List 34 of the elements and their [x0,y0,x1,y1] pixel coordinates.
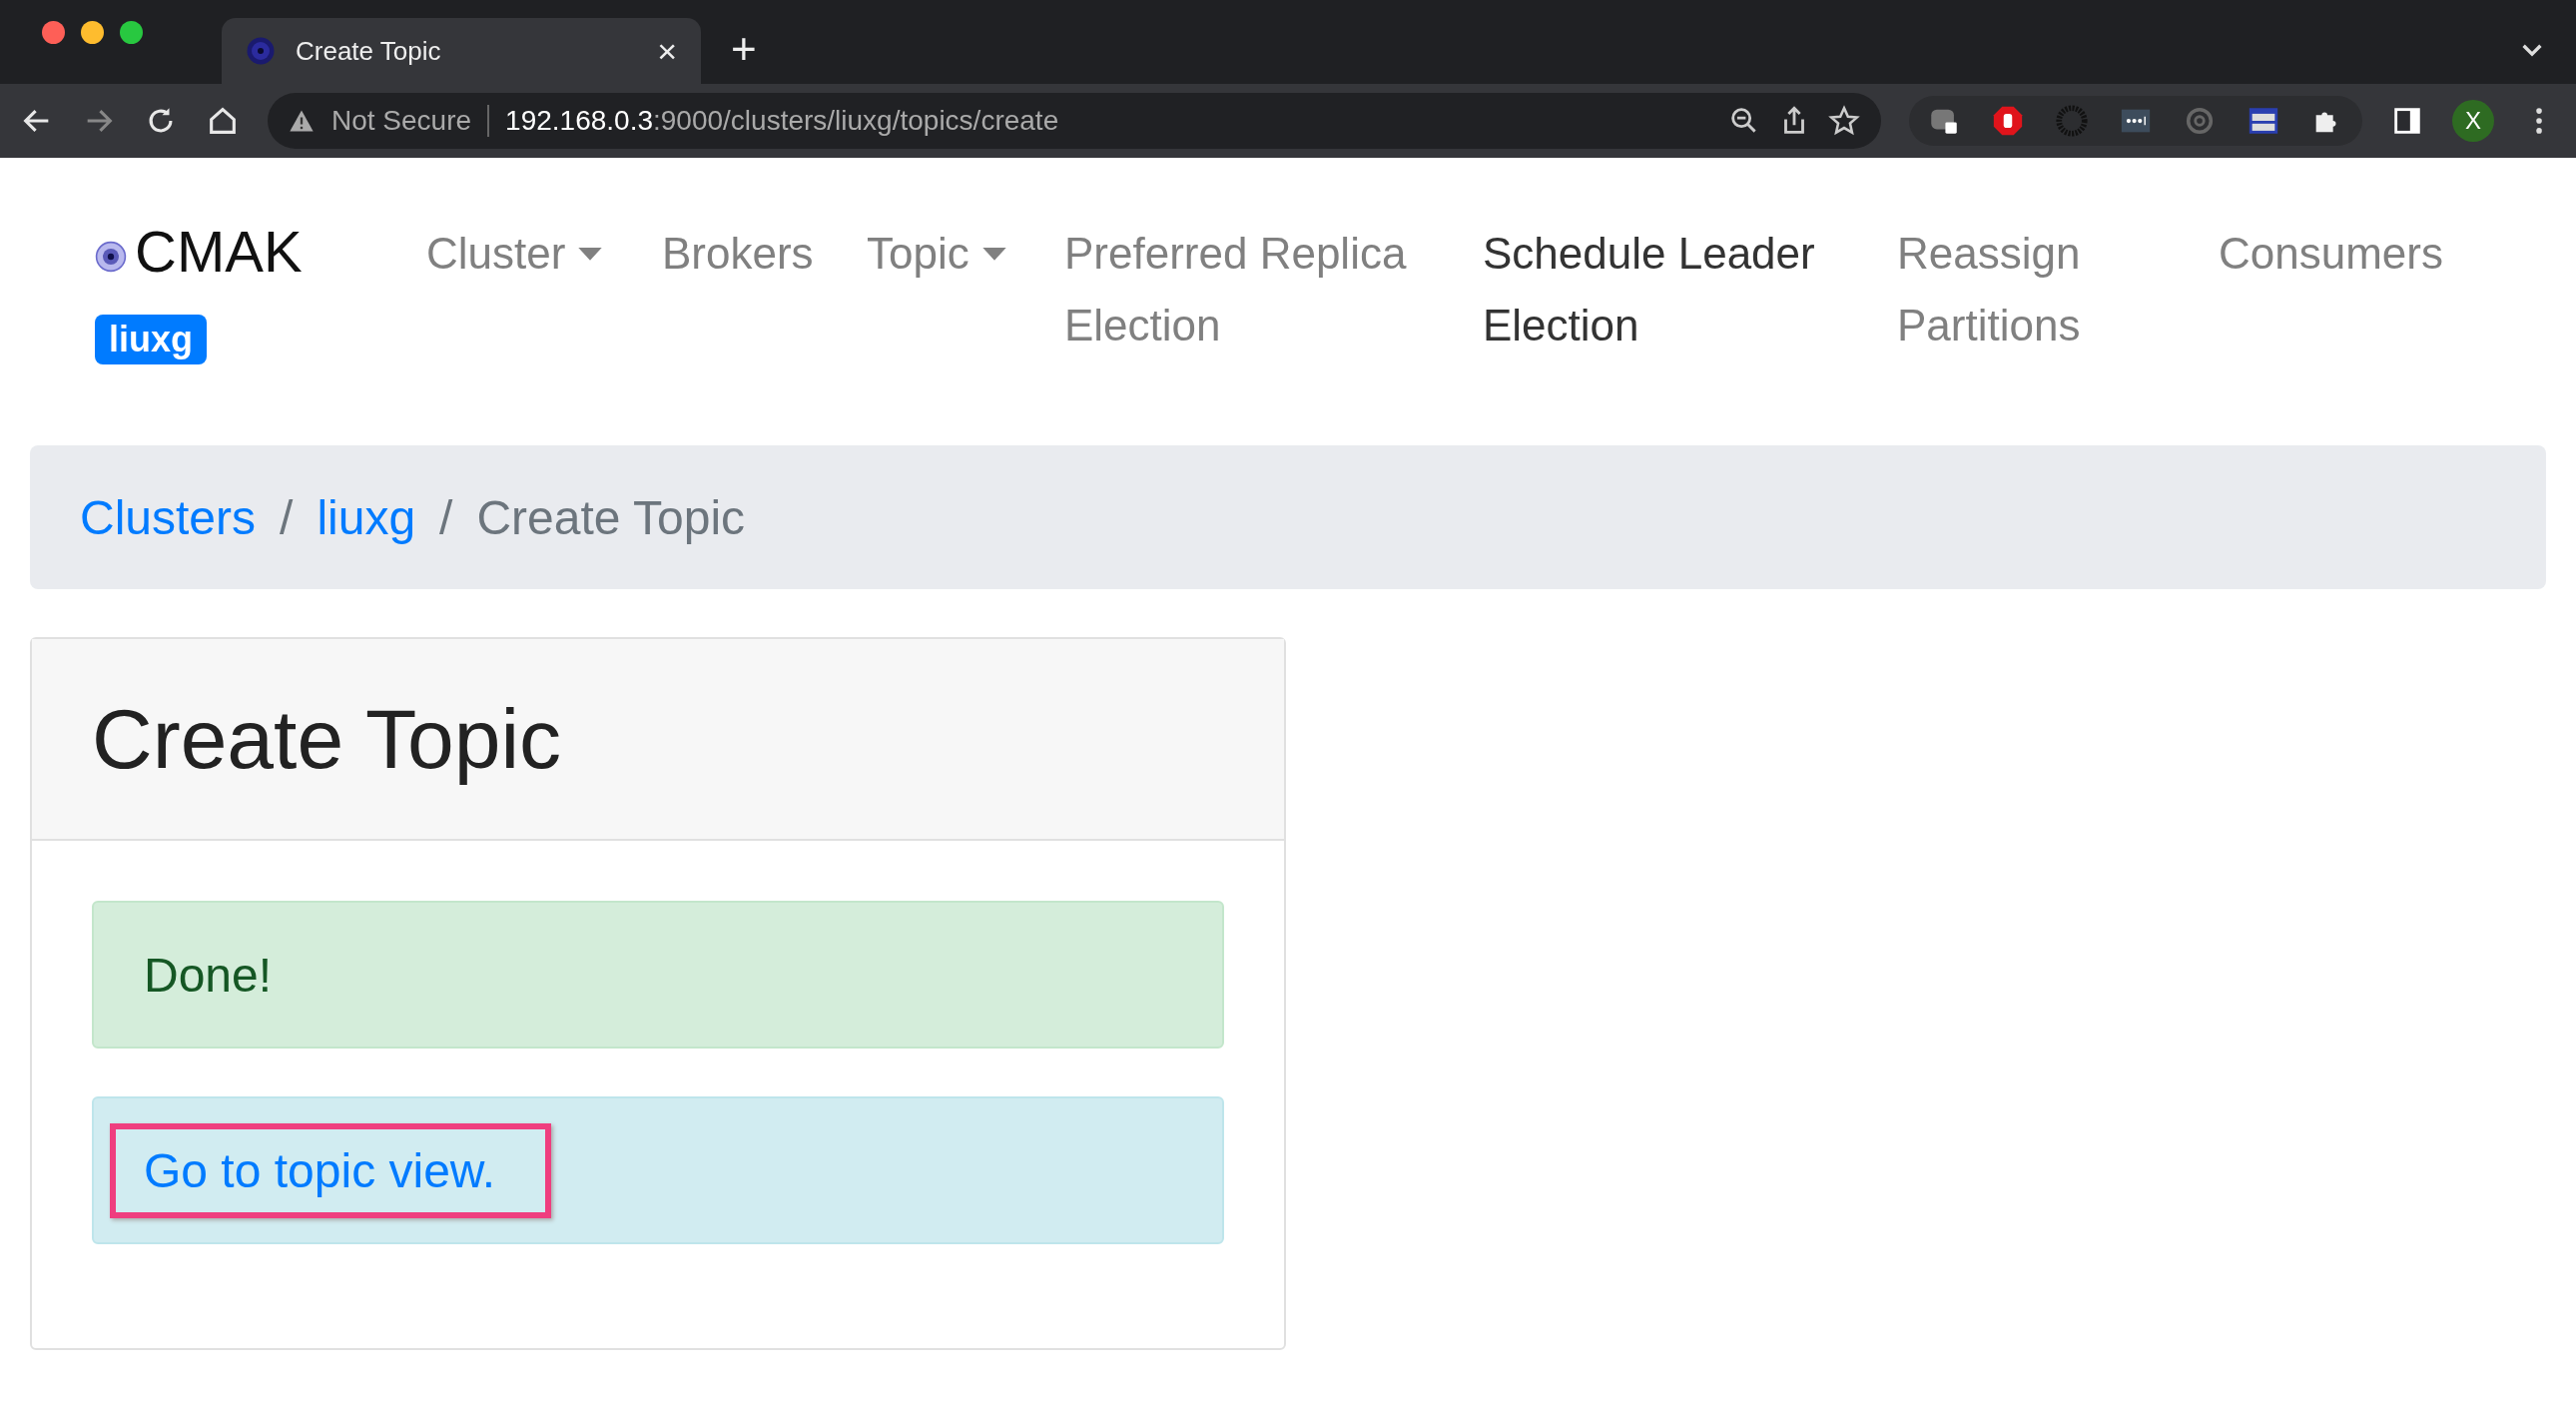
alert-message: Done! [144,948,273,1002]
close-window-button[interactable] [42,21,65,44]
caret-icon [577,248,604,262]
address-bar[interactable]: Not Secure 192.168.0.3:9000/clusters/liuxg/topics/create [268,93,1881,149]
new-tab-button[interactable]: + [731,24,757,74]
profile-avatar[interactable]: X [2452,100,2494,142]
cluster-badge: liuxg [95,315,207,364]
breadcrumb-separator: / [439,489,453,545]
security-label: Not Secure [331,105,472,137]
breadcrumb-current: Create Topic [476,489,746,545]
tab-title: Create Topic [296,35,442,67]
breadcrumb-link[interactable]: liuxg [317,489,416,545]
nav-link[interactable]: Preferred Replica Election [1064,218,1483,361]
breadcrumb-link[interactable]: Clusters [80,489,257,545]
minimize-window-button[interactable] [81,21,104,44]
url-text: 192.168.0.3:9000/clusters/liuxg/topics/create [505,105,1059,137]
close-tab-button[interactable]: × [657,31,677,71]
browser-tab[interactable]: Create Topic × [222,18,701,84]
nav-link[interactable]: Schedule Leader Election [1483,218,1897,361]
star-icon[interactable] [1827,104,1861,138]
favicon-icon [246,36,276,66]
topic-view-link[interactable]: Go to topic view. [144,1143,496,1197]
nav-link[interactable]: Topic [867,218,1064,290]
caret-icon [980,248,1007,262]
card-title: Create Topic [92,690,562,788]
brand-name[interactable]: CMAK [135,218,303,285]
nav-link[interactable]: Consumers [2219,218,2463,290]
nav-link[interactable]: Brokers [662,218,867,290]
hand-stop-icon[interactable] [1991,104,2025,138]
nav-link[interactable]: Reassign Partitions [1897,218,2219,361]
logo-icon [95,240,127,273]
nav-link[interactable]: Cluster [426,218,662,290]
breadcrumb-separator: / [280,489,294,545]
maximize-window-button[interactable] [120,21,143,44]
